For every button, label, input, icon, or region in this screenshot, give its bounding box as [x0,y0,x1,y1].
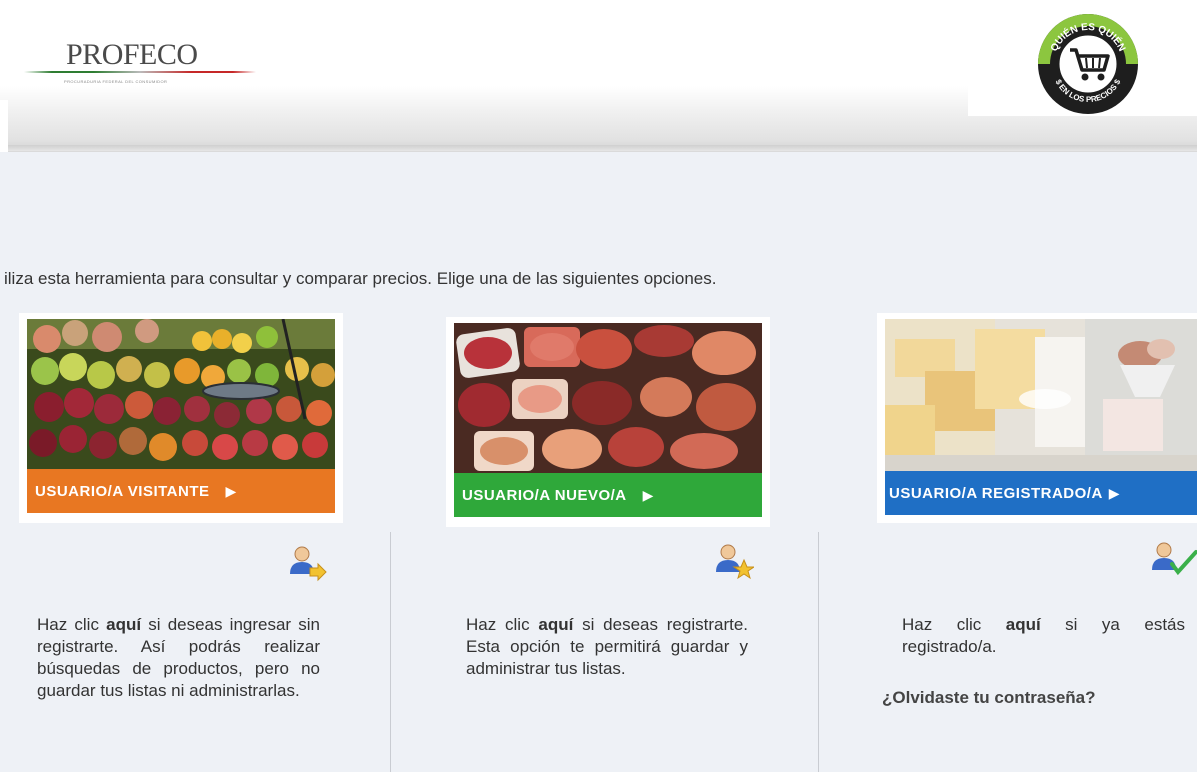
registrado-description: Haz clic aquí si ya estás registrado/a. [902,614,1185,658]
registrado-label-text: USUARIO/A REGISTRADO/A [889,484,1103,502]
logo-tricolor-line [24,71,256,73]
nuevo-button-label[interactable]: USUARIO/A NUEVO/A ▶ [454,473,762,517]
nuevo-label-text: USUARIO/A NUEVO/A [462,486,627,504]
badge-cart-icon: QUIÉN ES QUIÉN $ EN LOS PRECIOS $ [1038,14,1138,114]
intro-text: iliza esta herramienta para consultar y … [4,269,717,288]
play-arrow-icon: ▶ [225,482,237,499]
nuevo-aqui-link[interactable]: aquí [538,615,573,634]
desc-text: Haz clic [37,615,107,634]
desc-text: Haz clic [902,615,1006,634]
desc-text: Haz clic [466,615,539,634]
visitante-description: Haz clic aquí si deseas ingresar sin reg… [37,614,320,702]
visitante-button-label[interactable]: USUARIO/A VISITANTE ▶ [27,469,335,513]
visitante-aqui-link[interactable]: aquí [106,615,141,634]
header-divider [8,145,1197,151]
profeco-logo[interactable]: PROFECO PROCURADURIA FEDERAL DEL CONSUMI… [24,38,260,88]
meats-image [454,323,762,473]
card-visitante[interactable]: USUARIO/A VISITANTE ▶ [19,313,343,523]
play-arrow-icon: ▶ [1108,484,1121,501]
visitante-label-text: USUARIO/A VISITANTE [35,482,210,500]
forgot-password-link[interactable]: ¿Olvidaste tu contraseña? [882,688,1096,708]
card-registrado[interactable]: USUARIO/A REGISTRADO/A ▶ [877,313,1197,523]
play-arrow-icon: ▶ [642,486,654,503]
nuevo-description: Haz clic aquí si deseas registrarte. Est… [466,614,748,680]
card-nuevo[interactable]: USUARIO/A NUEVO/A ▶ [446,317,770,527]
column-divider [390,532,391,772]
user-arrow-icon [288,544,327,582]
user-check-icon [1150,540,1197,576]
logo-text: PROFECO [66,38,198,71]
registrado-button-label[interactable]: USUARIO/A REGISTRADO/A ▶ [885,471,1197,515]
registrado-aqui-link[interactable]: aquí [1006,615,1041,634]
logo-subtitle: PROCURADURIA FEDERAL DEL CONSUMIDOR [64,79,168,84]
quien-es-quien-badge[interactable]: QUIÉN ES QUIÉN $ EN LOS PRECIOS $ [1036,12,1140,116]
column-divider [818,532,819,772]
user-star-icon [714,542,756,580]
fruits-image [27,319,335,469]
dairy-image [885,319,1197,471]
header-edge [0,100,8,152]
